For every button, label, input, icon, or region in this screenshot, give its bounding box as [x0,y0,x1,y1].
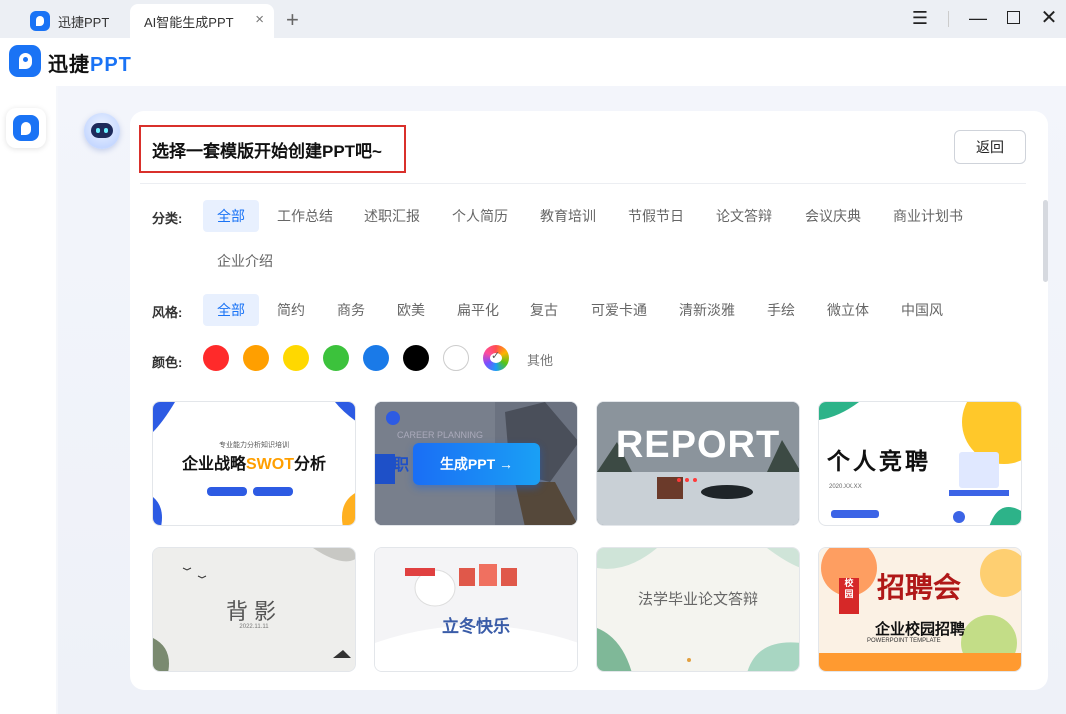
template-card-recruitment[interactable]: 校园 招聘会 企业校园招聘 POWERPOINT TEMPLATE [818,547,1022,672]
card-en-subtitle: POWERPOINT TEMPLATE [867,638,941,644]
card-decoration [375,548,577,671]
template-card-report[interactable]: REPORT [596,401,800,526]
app-header: 迅捷PPT [0,38,1066,86]
category-ceremony[interactable]: 会议庆典 [796,200,870,232]
style-simple[interactable]: 简约 [268,294,314,326]
color-swatch-yellow[interactable] [283,345,309,371]
menu-icon[interactable]: ☰ [908,6,932,30]
category-education[interactable]: 教育培训 [531,200,605,232]
card-title: 个人竞聘 [827,448,931,474]
card-badge: 校园 [844,578,854,599]
style-flat[interactable]: 扁平化 [448,294,508,326]
minimize-icon[interactable]: — [966,6,990,30]
color-swatch-black[interactable] [403,345,429,371]
color-swatch-orange[interactable] [243,345,269,371]
card-subtitle: 企业校园招聘 [874,621,965,638]
style-fresh[interactable]: 清新淡雅 [670,294,744,326]
category-holidays[interactable]: 节假节日 [619,200,693,232]
ppt-logo-icon [13,115,39,141]
app-name: 迅捷PPT [48,54,132,76]
style-western[interactable]: 欧美 [388,294,434,326]
card-title: 背影 [225,599,282,624]
page-title: 选择一套模版开始创建PPT吧~ [152,142,382,161]
color-label: 颜色: [152,355,183,370]
card-title: 职 [393,457,410,474]
card-title: 招聘会 [877,572,962,603]
scrollbar[interactable] [1043,200,1048,282]
template-card-law-thesis[interactable]: 法学毕业论文答辩 [596,547,800,672]
card-subtitle: 专业能力分析知识培训 [219,442,289,449]
color-swatch-white[interactable] [443,345,469,371]
robot-avatar-icon [84,113,120,149]
close-window-icon[interactable]: ✕ [1037,6,1061,30]
style-cartoon[interactable]: 可爱卡通 [582,294,656,326]
style-label: 风格: [152,305,183,320]
close-tab-icon[interactable]: × [255,12,264,27]
template-card-beiying[interactable]: 背影 2022.11.11 [152,547,356,672]
card-decoration [597,548,799,671]
card-title: 企业战略SWOT分析 [181,456,327,473]
divider [140,183,1026,184]
style-3d[interactable]: 微立体 [818,294,878,326]
generate-ppt-button[interactable]: 生成PPT → [413,443,540,485]
card-subtitle: 2020.XX.XX [829,484,862,490]
sidebar [0,86,56,714]
color-other[interactable]: 其他 [527,350,553,369]
style-all[interactable]: 全部 [203,294,259,326]
divider [948,11,949,27]
color-swatch-green[interactable] [323,345,349,371]
back-button[interactable]: 返回 [954,130,1026,164]
card-title: 法学毕业论文答辩 [637,591,758,608]
style-business[interactable]: 商务 [328,294,374,326]
sidebar-item-ppt[interactable] [6,108,46,148]
category-business-plan[interactable]: 商业计划书 [884,200,972,232]
tab-xunjie-ppt[interactable]: 迅捷PPT [22,4,130,38]
category-all[interactable]: 全部 [203,200,259,232]
category-thesis[interactable]: 论文答辩 [707,200,781,232]
template-card-swot[interactable]: 专业能力分析知识培训 企业战略SWOT分析 [152,401,356,526]
category-report[interactable]: 述职汇报 [355,200,429,232]
template-card-lidong[interactable]: 立冬快乐 [374,547,578,672]
tab-label: 迅捷PPT [58,14,110,30]
color-swatch-multicolor-icon[interactable] [483,345,509,371]
color-swatch-red[interactable] [203,345,229,371]
color-swatch-blue[interactable] [363,345,389,371]
maximize-icon[interactable] [1001,6,1025,24]
style-handdrawn[interactable]: 手绘 [758,294,804,326]
card-title: 立冬快乐 [442,617,510,636]
style-retro[interactable]: 复古 [521,294,567,326]
new-tab-icon[interactable]: + [286,7,299,33]
card-title: REPORT [615,424,781,466]
category-work-summary[interactable]: 工作总结 [268,200,342,232]
card-subtitle: CAREER PLANNING [397,430,484,440]
title-bar: 迅捷PPT AI智能生成PPT × + ☰ — ✕ [0,0,1066,38]
tab-label: AI智能生成PPT [144,14,234,30]
style-chinese[interactable]: 中国风 [892,294,952,326]
card-subtitle: 2022.11.11 [239,624,269,630]
tab-ai-generate[interactable]: AI智能生成PPT × [130,4,274,38]
template-card-competition[interactable]: 个人竞聘 2020.XX.XX [818,401,1022,526]
app-logo-icon [30,11,50,31]
category-label: 分类: [152,211,183,226]
app-logo-icon[interactable] [9,45,41,77]
category-resume[interactable]: 个人简历 [443,200,517,232]
category-company-intro[interactable]: 企业介绍 [208,245,282,277]
